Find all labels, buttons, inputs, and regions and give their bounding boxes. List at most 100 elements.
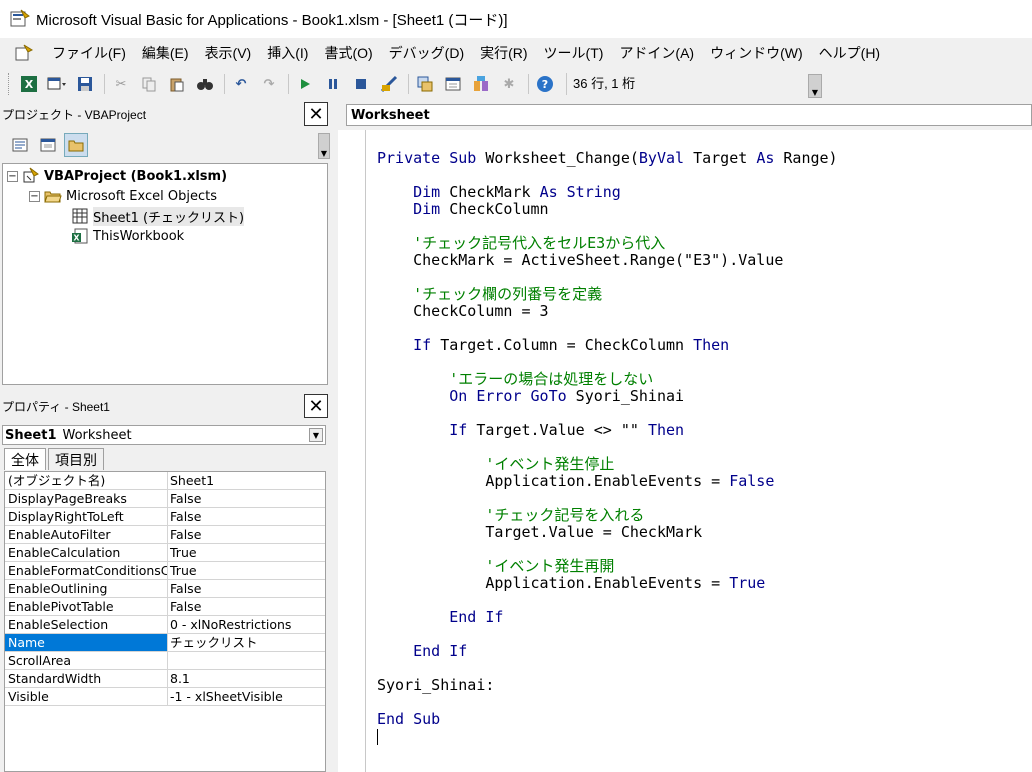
- view-code-icon[interactable]: [8, 133, 32, 157]
- code-line[interactable]: [377, 405, 838, 422]
- menu-run[interactable]: 実行(R): [472, 38, 535, 68]
- properties-window-icon[interactable]: [442, 73, 464, 95]
- code-line[interactable]: [377, 354, 838, 371]
- tab-categorized[interactable]: 項目別: [48, 448, 104, 470]
- code-line[interactable]: 'エラーの場合は処理をしない: [377, 371, 838, 388]
- prop-value[interactable]: False: [168, 598, 325, 615]
- copy-icon[interactable]: [138, 73, 160, 95]
- vba-menu-icon[interactable]: [14, 43, 34, 63]
- prop-row[interactable]: EnableSelection 0 - xlNoRestrictions: [5, 616, 325, 634]
- code-line[interactable]: CheckColumn = 3: [377, 303, 838, 320]
- code-line[interactable]: End If: [377, 609, 838, 626]
- cut-icon[interactable]: ✂: [110, 73, 132, 95]
- undo-icon[interactable]: ↶: [230, 73, 252, 95]
- code-line[interactable]: [377, 541, 838, 558]
- code-line[interactable]: Application.EnableEvents = True: [377, 575, 838, 592]
- toolbox-icon[interactable]: ✱: [498, 73, 520, 95]
- code-line[interactable]: Application.EnableEvents = False: [377, 473, 838, 490]
- redo-icon[interactable]: ↷: [258, 73, 280, 95]
- toolbar-grip[interactable]: [8, 73, 12, 95]
- collapse-icon[interactable]: −: [7, 170, 18, 182]
- prop-row[interactable]: EnableCalculation True: [5, 544, 325, 562]
- run-icon[interactable]: [294, 73, 316, 95]
- object-select[interactable]: Sheet1 Worksheet ▼: [2, 425, 326, 445]
- insert-userform-icon[interactable]: [46, 73, 68, 95]
- code-line[interactable]: Dim CheckColumn: [377, 201, 838, 218]
- code-line[interactable]: CheckMark = ActiveSheet.Range("E3").Valu…: [377, 252, 838, 269]
- project-explorer-icon[interactable]: [414, 73, 436, 95]
- prop-value[interactable]: False: [168, 526, 325, 543]
- code-line[interactable]: End Sub: [377, 711, 838, 728]
- paste-icon[interactable]: [166, 73, 188, 95]
- prop-row[interactable]: EnableFormatConditionsCalculationTrue: [5, 562, 325, 580]
- prop-row-selected[interactable]: Name チェックリスト: [5, 634, 325, 652]
- tree-item-excel-objects[interactable]: − Microsoft Excel Objects: [29, 186, 217, 206]
- toolbar-options-icon[interactable]: ▼: [808, 74, 822, 98]
- prop-row[interactable]: StandardWidth 8.1: [5, 670, 325, 688]
- prop-row[interactable]: EnablePivotTable False: [5, 598, 325, 616]
- prop-value[interactable]: [168, 652, 325, 669]
- code-margin[interactable]: [338, 130, 366, 772]
- code-line[interactable]: 'イベント発生再開: [377, 558, 838, 575]
- pause-icon[interactable]: [322, 73, 344, 95]
- prop-value[interactable]: 0 - xlNoRestrictions: [168, 616, 325, 633]
- project-toolbar-options-icon[interactable]: ▼: [318, 133, 330, 159]
- menu-tools[interactable]: ツール(T): [536, 38, 612, 68]
- prop-row[interactable]: (オブジェクト名) Sheet1: [5, 472, 325, 490]
- menu-insert[interactable]: 挿入(I): [259, 38, 316, 68]
- project-close-icon[interactable]: ✕: [304, 102, 328, 126]
- prop-value[interactable]: True: [168, 544, 325, 561]
- design-mode-icon[interactable]: [378, 73, 400, 95]
- code-line[interactable]: 'チェック欄の列番号を定義: [377, 286, 838, 303]
- code-line[interactable]: 'チェック記号を入れる: [377, 507, 838, 524]
- code-line[interactable]: [377, 320, 838, 337]
- prop-value[interactable]: Sheet1: [168, 472, 325, 489]
- prop-value[interactable]: チェックリスト: [168, 634, 325, 651]
- code-line[interactable]: On Error GoTo Syori_Shinai: [377, 388, 838, 405]
- menu-addins[interactable]: アドイン(A): [611, 38, 702, 68]
- code-line[interactable]: If Target.Value <> "" Then: [377, 422, 838, 439]
- find-icon[interactable]: [194, 73, 216, 95]
- save-icon[interactable]: [74, 73, 96, 95]
- prop-value[interactable]: True: [168, 562, 325, 579]
- code-line[interactable]: [377, 439, 838, 456]
- tree-item-thisworkbook[interactable]: X ThisWorkbook: [71, 226, 184, 246]
- stop-icon[interactable]: [350, 73, 372, 95]
- properties-close-icon[interactable]: ✕: [304, 394, 328, 418]
- object-combo[interactable]: Worksheet: [346, 104, 1032, 126]
- help-icon[interactable]: ?: [534, 73, 556, 95]
- code-line[interactable]: End If: [377, 643, 838, 660]
- prop-row[interactable]: ScrollArea: [5, 652, 325, 670]
- menu-file[interactable]: ファイル(F): [44, 38, 134, 68]
- pane-splitter[interactable]: [330, 100, 338, 772]
- prop-row[interactable]: DisplayPageBreaks False: [5, 490, 325, 508]
- menu-debug[interactable]: デバッグ(D): [381, 38, 472, 68]
- code-line[interactable]: Target.Value = CheckMark: [377, 524, 838, 541]
- menu-window[interactable]: ウィンドウ(W): [702, 38, 811, 68]
- code-line[interactable]: [377, 626, 838, 643]
- view-object-icon[interactable]: [36, 133, 60, 157]
- code-line[interactable]: Private Sub Worksheet_Change(ByVal Targe…: [377, 150, 838, 167]
- code-line[interactable]: [377, 218, 838, 235]
- tree-item-sheet1[interactable]: Sheet1 (チェックリスト): [71, 206, 245, 226]
- code-text[interactable]: Private Sub Worksheet_Change(ByVal Targe…: [377, 150, 838, 728]
- code-line[interactable]: [377, 167, 838, 184]
- code-line[interactable]: [377, 660, 838, 677]
- toggle-folders-icon[interactable]: [64, 133, 88, 157]
- menu-format[interactable]: 書式(O): [316, 38, 380, 68]
- code-line[interactable]: If Target.Column = CheckColumn Then: [377, 337, 838, 354]
- tree-item-vbaproject[interactable]: − VBAProject (Book1.xlsm): [7, 166, 227, 186]
- collapse-icon[interactable]: −: [29, 190, 40, 202]
- tab-alphabetic[interactable]: 全体: [4, 448, 46, 470]
- object-browser-icon[interactable]: [470, 73, 492, 95]
- code-line[interactable]: Dim CheckMark As String: [377, 184, 838, 201]
- menu-view[interactable]: 表示(V): [197, 38, 260, 68]
- excel-icon[interactable]: X: [18, 73, 40, 95]
- code-line[interactable]: 'チェック記号代入をセルE3から代入: [377, 235, 838, 252]
- prop-value[interactable]: -1 - xlSheetVisible: [168, 688, 325, 705]
- code-line[interactable]: [377, 694, 838, 711]
- code-line[interactable]: 'イベント発生停止: [377, 456, 838, 473]
- code-line[interactable]: [377, 269, 838, 286]
- code-line[interactable]: Syori_Shinai:: [377, 677, 838, 694]
- prop-row[interactable]: Visible -1 - xlSheetVisible: [5, 688, 325, 706]
